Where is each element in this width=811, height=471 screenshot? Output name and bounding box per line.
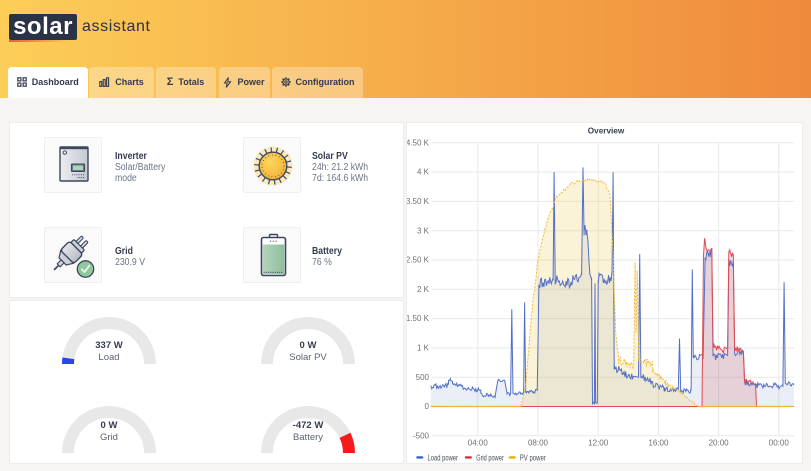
svg-text:16:00: 16:00 <box>648 438 669 447</box>
svg-text:12:00: 12:00 <box>588 438 609 447</box>
svg-text:04:00: 04:00 <box>467 438 488 447</box>
svg-text:08:00: 08:00 <box>527 438 548 447</box>
svg-text:4.50 K: 4.50 K <box>407 138 430 147</box>
svg-text:Load power: Load power <box>427 453 458 462</box>
svg-text:2.50 K: 2.50 K <box>407 255 430 264</box>
svg-text:2 K: 2 K <box>416 284 429 293</box>
svg-text:20:00: 20:00 <box>708 438 729 447</box>
svg-text:Grid power: Grid power <box>476 453 504 462</box>
svg-text:3.50 K: 3.50 K <box>407 197 430 206</box>
svg-text:PV power: PV power <box>519 453 545 462</box>
svg-text:500: 500 <box>415 372 429 381</box>
svg-text:1 K: 1 K <box>416 343 429 352</box>
svg-text:Overview: Overview <box>587 126 624 135</box>
svg-text:3 K: 3 K <box>416 226 429 235</box>
svg-text:0: 0 <box>424 402 429 411</box>
svg-text:00:00: 00:00 <box>768 438 789 447</box>
svg-text:1.50 K: 1.50 K <box>407 314 430 323</box>
svg-text:4 K: 4 K <box>416 167 429 176</box>
svg-text:-500: -500 <box>412 431 429 440</box>
